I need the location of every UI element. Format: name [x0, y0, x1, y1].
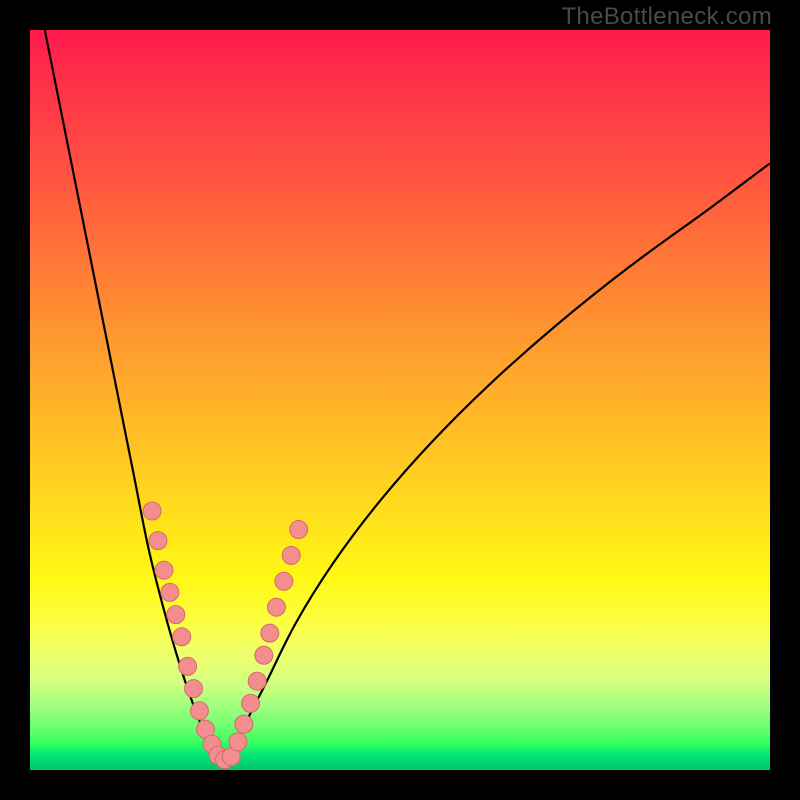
- curve-right: [230, 163, 770, 762]
- highlight-dot: [179, 657, 197, 675]
- highlight-dot: [290, 521, 308, 539]
- highlight-dot: [155, 561, 173, 579]
- highlight-dots: [143, 502, 308, 769]
- highlight-dot: [190, 702, 208, 720]
- highlight-dot: [229, 733, 247, 751]
- highlight-dot: [261, 624, 279, 642]
- highlight-dot: [242, 694, 260, 712]
- watermark-text: TheBottleneck.com: [561, 3, 772, 31]
- curve-left: [45, 30, 219, 763]
- highlight-dot: [267, 598, 285, 616]
- highlight-dot: [143, 502, 161, 520]
- highlight-dot: [185, 680, 203, 698]
- overlay-svg: [30, 30, 770, 770]
- highlight-dot: [167, 606, 185, 624]
- highlight-dot: [173, 628, 191, 646]
- highlight-dot: [235, 715, 253, 733]
- highlight-dot: [149, 532, 167, 550]
- highlight-dot: [255, 646, 273, 664]
- plot-area: [30, 30, 770, 770]
- highlight-dot: [275, 572, 293, 590]
- bottleneck-curve: [45, 30, 770, 763]
- chart-stage: TheBottleneck.com: [0, 0, 800, 800]
- highlight-dot: [248, 672, 266, 690]
- highlight-dot: [282, 546, 300, 564]
- highlight-dot: [161, 583, 179, 601]
